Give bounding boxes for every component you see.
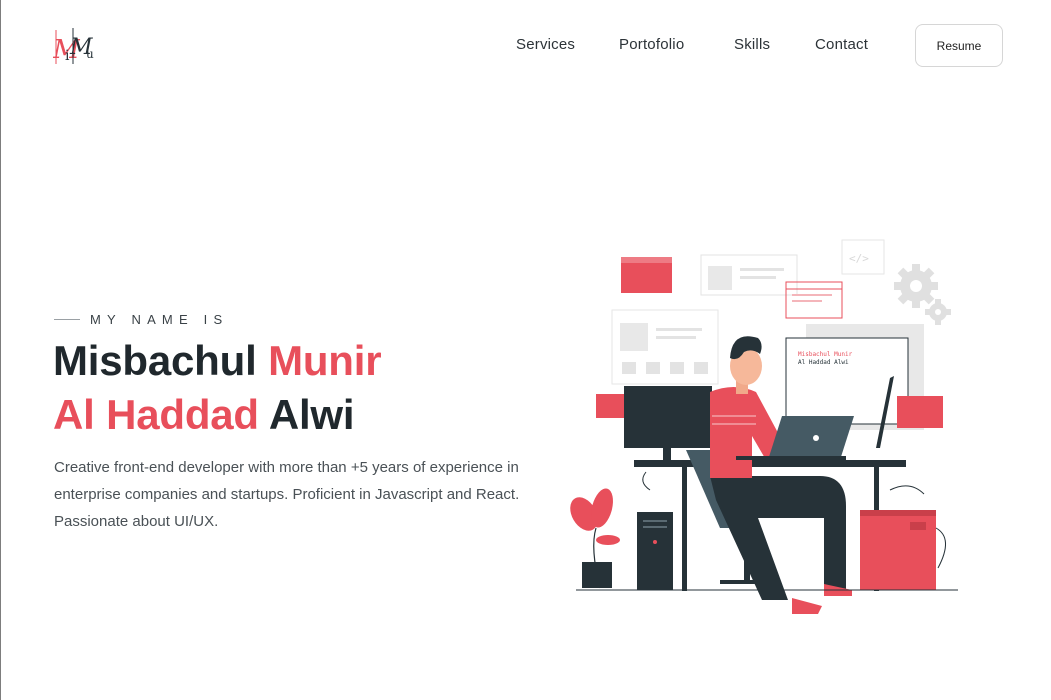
screen-line-1: Misbachul Munir <box>798 351 853 358</box>
main-nav: Services Portofolio Skills Contact <box>0 36 1051 56</box>
nav-contact[interactable]: Contact <box>815 36 868 53</box>
eyebrow-text: MY NAME IS <box>90 312 229 327</box>
nav-portofolio[interactable]: Portofolio <box>619 36 684 53</box>
screen-line-2: Al Haddad Alwi <box>798 359 849 366</box>
hero-description: Creative front-end developer with more t… <box>54 459 520 530</box>
resume-button[interactable]: Resume <box>915 24 1003 67</box>
hero-name: Misbachul Munir Al Haddad Alwi <box>53 334 382 442</box>
gear-icon <box>894 264 951 325</box>
name-fourth: Alwi <box>268 391 355 438</box>
developer-illustration: </> Misbachul Munir Al Haddad Alwi <box>570 239 958 614</box>
name-third: Al Haddad <box>53 391 259 438</box>
svg-text:</>: </> <box>849 252 869 265</box>
name-first: Misbachul <box>53 337 257 384</box>
nav-skills[interactable]: Skills <box>734 36 770 53</box>
window-edge <box>0 0 1 700</box>
name-second: Munir <box>268 337 382 384</box>
eyebrow-divider <box>54 319 80 320</box>
nav-services[interactable]: Services <box>516 36 575 53</box>
